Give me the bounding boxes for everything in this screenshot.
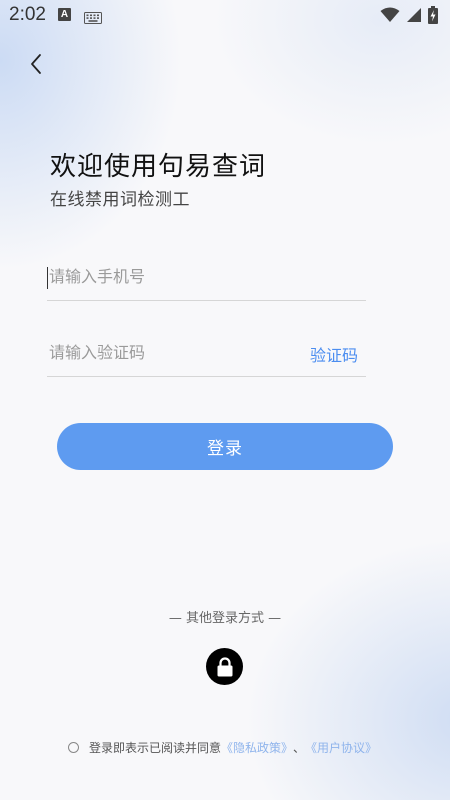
page-subtitle: 在线禁用词检测工	[50, 190, 190, 210]
phone-field	[47, 253, 366, 301]
text-cursor	[47, 267, 48, 289]
user-agreement-link[interactable]: 《用户协议》	[305, 739, 377, 756]
phone-input[interactable]	[47, 253, 366, 300]
wifi-icon	[380, 7, 400, 27]
agreement-text: 登录即表示已阅读并同意	[89, 741, 222, 755]
lock-login-button[interactable]	[206, 648, 243, 685]
battery-icon	[428, 6, 438, 28]
login-button[interactable]: 登录	[57, 423, 393, 470]
status-bar: 2:02 A	[0, 0, 450, 30]
status-icons	[380, 6, 438, 28]
agreement-row: 登录即表示已阅读并同意 《隐私政策》 、 《用户协议》	[68, 739, 377, 756]
other-login-label: — 其他登录方式 —	[168, 611, 282, 626]
lock-icon	[217, 656, 232, 676]
keyboard-icon	[84, 9, 102, 28]
page-title: 欢迎使用句易查词	[50, 152, 267, 182]
get-code-button[interactable]: 验证码	[310, 342, 358, 366]
chevron-left-icon	[31, 54, 41, 74]
code-field: 验证码	[47, 329, 366, 377]
agreement-checkbox[interactable]	[68, 742, 79, 753]
back-button[interactable]	[24, 52, 48, 76]
agreement-separator: 、	[293, 741, 306, 755]
status-time: 2:02	[9, 4, 46, 25]
privacy-policy-link[interactable]: 《隐私政策》	[221, 739, 293, 756]
signal-icon	[406, 7, 422, 27]
notification-a-icon: A	[58, 8, 71, 21]
